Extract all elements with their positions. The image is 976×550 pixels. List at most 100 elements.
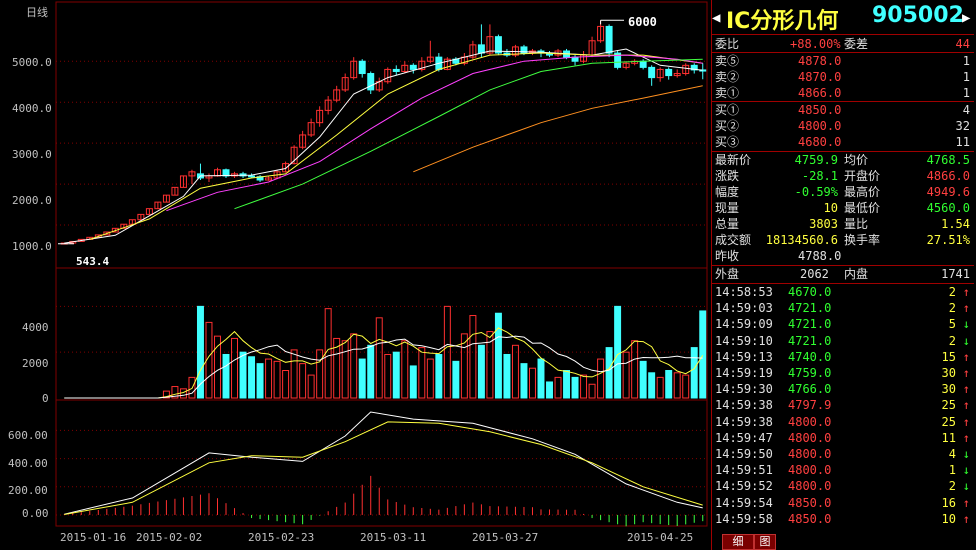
next-arrow-icon[interactable]: ▶	[962, 10, 970, 26]
volume-bar	[214, 335, 221, 399]
tick-row[interactable]: 14:59:10 4721.0 2 ↓	[712, 333, 974, 349]
candle-body	[494, 36, 502, 54]
order-level-label: 卖①	[715, 86, 740, 100]
title-bar: ◀ IC分形几何 905002 ▶	[712, 0, 974, 34]
tick-row[interactable]: 14:59:58 4850.0 10 ↑	[712, 511, 974, 527]
tick-direction-icon: ↑	[962, 382, 970, 397]
volume-axis-tick: 2000	[22, 357, 49, 370]
moving-average-line	[166, 54, 703, 212]
volume-bar	[682, 374, 690, 399]
sell-order-row: 卖② 4870.0 1	[712, 69, 974, 85]
tick-direction-icon: ↑	[962, 398, 970, 413]
macd-axis-tick: 400.00	[8, 457, 48, 470]
tick-row[interactable]: 14:59:19 4759.0 30 ↑	[712, 365, 974, 381]
tick-price: 4800.0	[788, 479, 832, 494]
quote-value: 18134560.6	[765, 233, 838, 247]
quote-value: -28.1	[801, 169, 838, 183]
peak-label: 6000	[628, 15, 657, 29]
instrument-code: 905002	[872, 3, 964, 28]
tab-chart[interactable]: 图	[754, 534, 776, 550]
volume-bar	[520, 363, 528, 399]
tick-time: 14:59:19	[715, 366, 773, 380]
order-volume: 1	[962, 70, 970, 84]
tick-row[interactable]: 14:59:52 4800.0 2 ↓	[712, 478, 974, 494]
tick-direction-icon: ↑	[962, 511, 970, 526]
tick-row[interactable]: 14:59:30 4766.0 30 ↑	[712, 381, 974, 397]
volume-bar	[350, 333, 358, 399]
volume-bar	[648, 372, 656, 399]
tick-row[interactable]: 14:59:38 4797.9 25 ↑	[712, 397, 974, 413]
tick-volume: 11	[941, 430, 956, 445]
quote-value: 4866.0	[926, 169, 970, 183]
tick-direction-icon: ↓	[962, 333, 970, 348]
volume-axis-tick: 0	[42, 392, 49, 405]
kline-chart-svg[interactable]	[0, 0, 710, 550]
volume-bar	[307, 374, 315, 399]
volume-bar	[614, 305, 622, 399]
tab-detail[interactable]: 细	[722, 534, 754, 550]
tick-row[interactable]: 14:59:03 4721.0 2 ↑	[712, 300, 974, 316]
volume-bar	[699, 310, 707, 399]
quote-value: 1.54	[941, 217, 970, 231]
quote-row: 总量 3803 量比 1.54	[712, 216, 974, 232]
quote-row: 最新价 4759.9 均价 4768.5	[712, 152, 974, 168]
tick-row[interactable]: 14:59:51 4800.0 1 ↓	[712, 462, 974, 478]
tick-direction-icon: ↓	[962, 463, 970, 478]
prev-close-label: 昨收	[715, 249, 740, 263]
tick-direction-icon: ↑	[962, 430, 970, 445]
volume-bar	[273, 360, 281, 399]
volume-bar	[690, 347, 698, 399]
quote-label: 最高价	[844, 185, 881, 199]
tick-price: 4740.0	[788, 349, 832, 364]
price-axis-tick: 3000.0	[12, 148, 52, 161]
volume-bar	[248, 356, 256, 399]
tick-price: 4800.0	[788, 463, 832, 478]
volume-bar	[231, 337, 238, 399]
quote-value: 27.51%	[926, 233, 970, 247]
price-axis-tick: 5000.0	[12, 56, 52, 69]
tick-row[interactable]: 14:59:54 4850.0 16 ↑	[712, 495, 974, 511]
tick-time: 14:59:58	[715, 511, 773, 526]
tick-price: 4850.0	[788, 495, 832, 510]
tick-row[interactable]: 14:59:47 4800.0 11 ↑	[712, 430, 974, 446]
tick-time: 14:59:54	[715, 495, 773, 510]
quote-value: 10	[823, 201, 838, 215]
candle-body	[639, 60, 647, 68]
order-level-label: 卖⑤	[715, 54, 740, 68]
order-level-label: 买③	[715, 135, 740, 149]
volume-bar	[503, 353, 511, 399]
tick-time: 14:59:38	[715, 414, 773, 429]
candle-body	[648, 66, 656, 79]
tick-row[interactable]: 14:59:38 4800.0 25 ↑	[712, 414, 974, 430]
tick-row[interactable]: 14:59:50 4800.0 4 ↓	[712, 446, 974, 462]
volume-bar	[639, 360, 647, 399]
tick-price: 4800.0	[788, 430, 832, 445]
candle-body	[358, 60, 366, 75]
bottom-tabs: 细 图	[712, 532, 974, 550]
quote-row: 涨跌 -28.1 开盘价 4866.0	[712, 168, 974, 184]
volume-bar	[367, 344, 375, 399]
tick-row[interactable]: 14:58:53 4670.0 2 ↑	[712, 284, 974, 300]
tick-time: 14:59:52	[715, 479, 773, 494]
quote-value: -0.59%	[794, 185, 838, 199]
prev-arrow-icon[interactable]: ◀	[712, 10, 720, 26]
weicha-value: 44	[955, 37, 970, 51]
tick-volume: 2	[948, 301, 956, 316]
tick-row[interactable]: 14:59:09 4721.0 5 ↓	[712, 316, 974, 332]
tick-price: 4800.0	[788, 414, 832, 429]
tick-volume: 15	[941, 349, 956, 364]
date-tick: 2015-03-27	[472, 531, 539, 544]
order-level-label: 买①	[715, 103, 740, 117]
weibi-row: 委比 +88.00% 委差 44	[712, 36, 974, 52]
quote-panel: ◀ IC分形几何 905002 ▶ 委比 +88.00% 委差 44 卖⑤ 487…	[711, 0, 976, 550]
tick-volume: 5	[948, 317, 956, 332]
tick-volume: 25	[941, 398, 956, 413]
tick-row[interactable]: 14:59:13 4740.0 15 ↑	[712, 349, 974, 365]
kline-chart[interactable]: 日线 6000 543.4 5000.0 4000.0 3000.0 2000.…	[0, 0, 710, 550]
tick-time: 14:59:09	[715, 317, 773, 332]
quote-label: 成交额	[715, 233, 752, 247]
moving-average-line	[413, 85, 703, 173]
volume-bar	[435, 353, 443, 399]
moving-average-line	[64, 48, 703, 244]
quote-label: 总量	[715, 217, 740, 231]
